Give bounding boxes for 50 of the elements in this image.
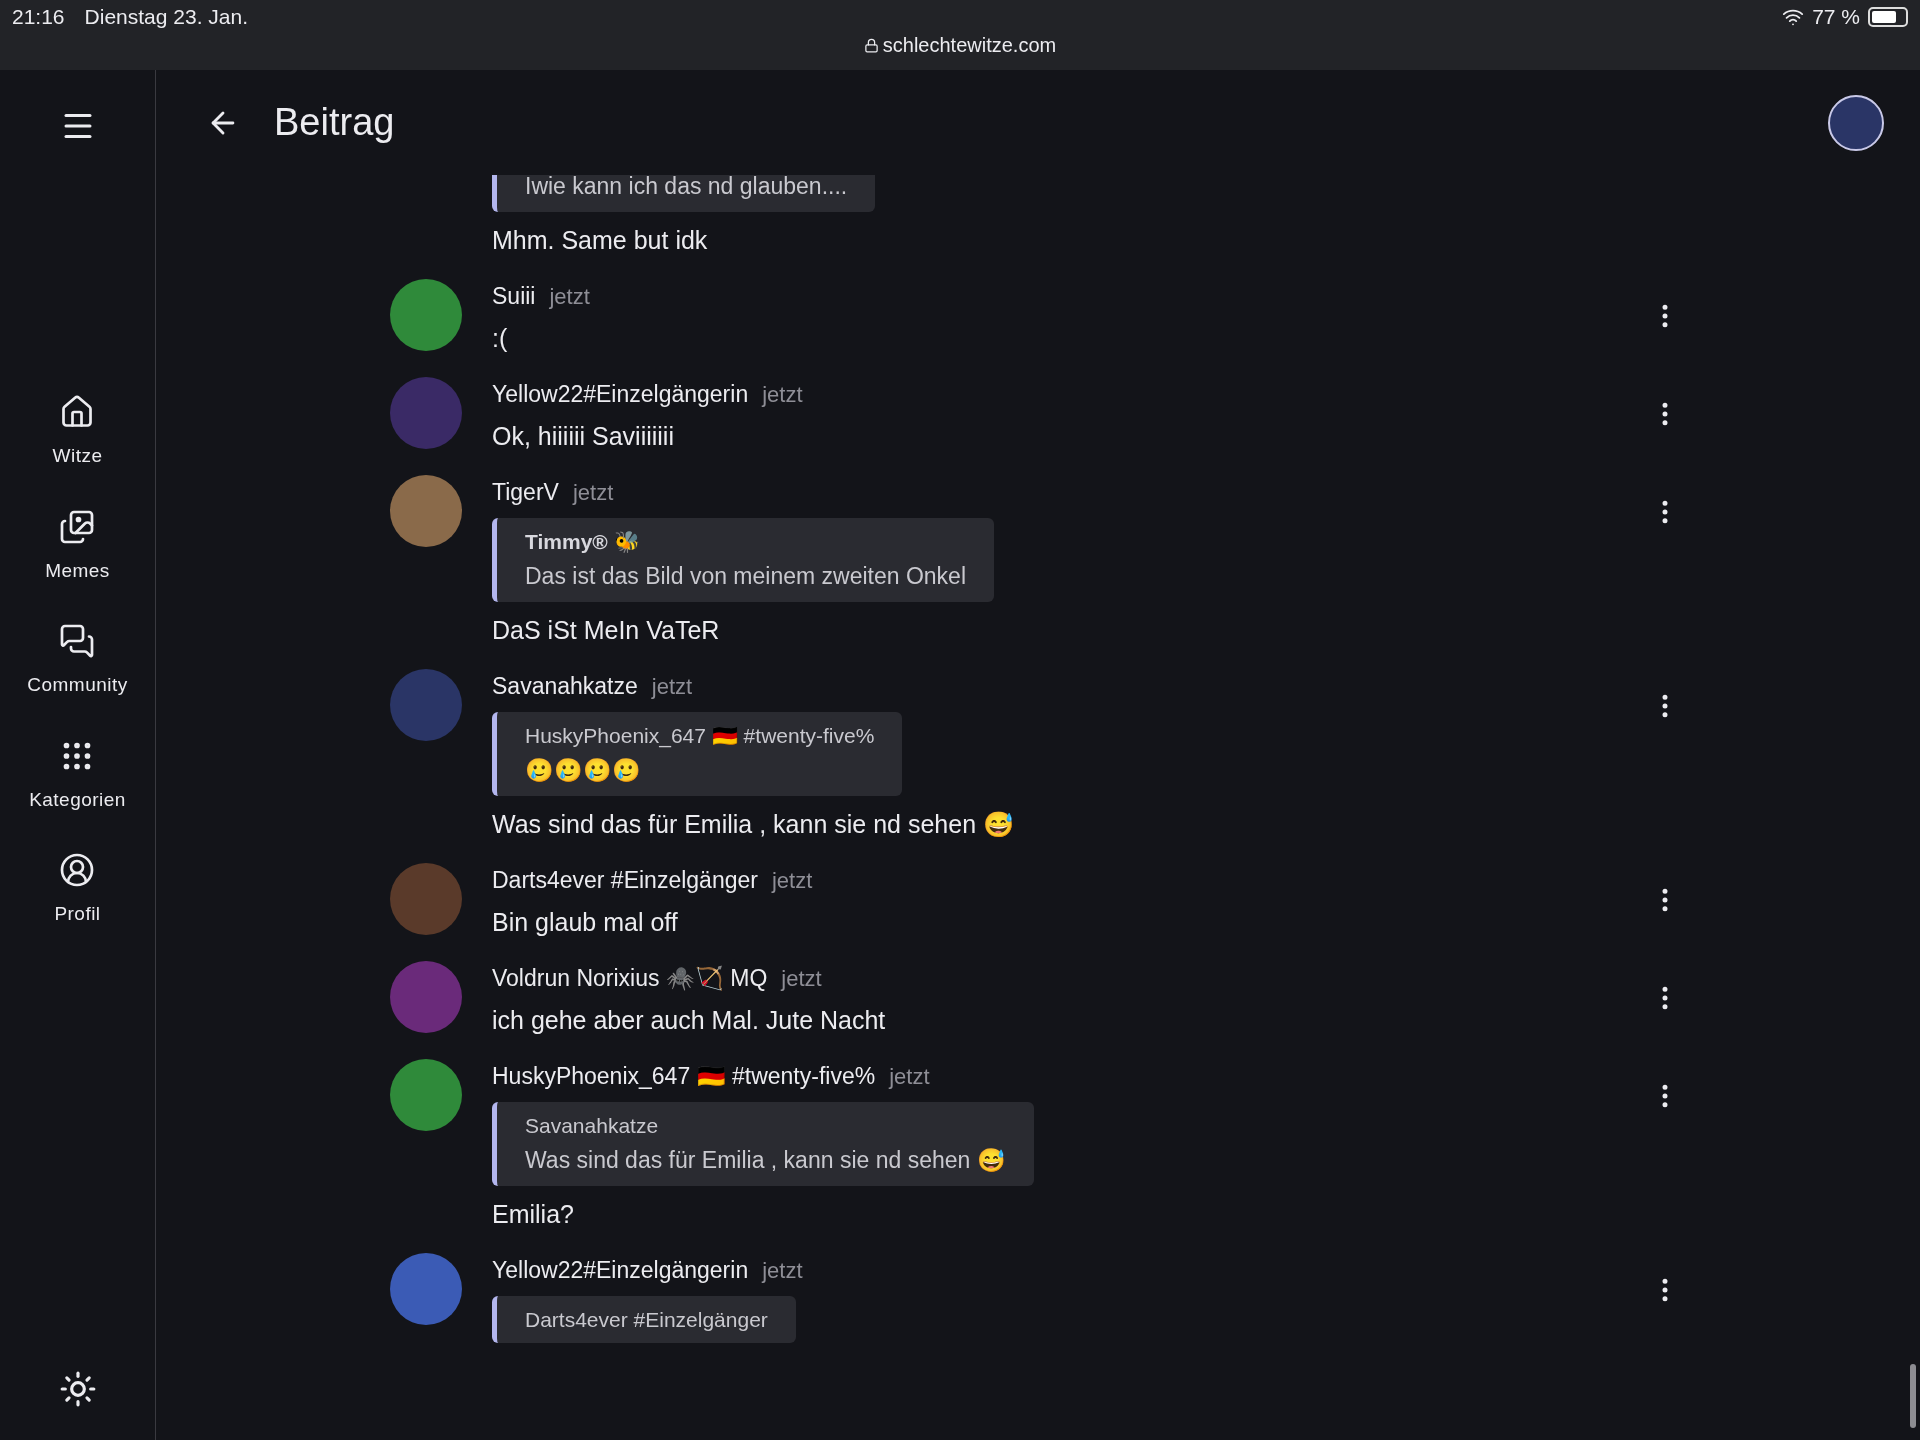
- sidebar-item[interactable]: Community: [27, 623, 128, 700]
- sidebar-item[interactable]: Memes: [45, 508, 110, 585]
- lock-icon: [863, 37, 879, 53]
- chat-icon: [59, 623, 96, 659]
- sidebar-item[interactable]: Kategorien: [29, 737, 126, 814]
- comment-author[interactable]: Savanahkatze: [492, 669, 638, 704]
- quote-text: 🥲🥲🥲🥲: [525, 756, 642, 785]
- url-text[interactable]: schlechtewitze.com: [882, 30, 1057, 60]
- comment-time: jetzt: [549, 283, 590, 311]
- comment-author[interactable]: TigerV: [492, 475, 559, 510]
- status-time: 21:16: [12, 4, 65, 31]
- comment-time: jetzt: [762, 381, 803, 409]
- comment-time: jetzt: [781, 965, 822, 993]
- comment-author[interactable]: Voldrun Norixius 🕷🏹 MQ: [492, 961, 768, 996]
- comment-author[interactable]: Darts4ever #Einzelgänger: [492, 863, 758, 898]
- images-icon: [59, 508, 96, 545]
- comment-text: Mhm. Same but idk: [492, 224, 709, 256]
- quote-text: Was sind das für Emilia , kann sie nd sehen 😅: [525, 1146, 1006, 1175]
- profile-icon: [59, 852, 96, 888]
- comment-time: jetzt: [762, 1257, 803, 1285]
- comment-time: jetzt: [889, 1063, 930, 1091]
- comment-text: Bin glaub mal off: [492, 906, 679, 938]
- quote-author: HuskyPhoenix_647 🇩🇪 #twenty-five%: [525, 722, 875, 750]
- quote-text: Iwie kann ich das nd glauben....: [525, 175, 848, 201]
- comment-time: jetzt: [572, 479, 614, 507]
- comment-text: :(: [492, 322, 509, 354]
- comment-text: Emilia?: [492, 1198, 575, 1230]
- comment-text: ich gehe aber auch Mal. Jute Nacht: [492, 1004, 887, 1036]
- battery-icon: [1868, 7, 1908, 27]
- status-date: Dienstag 23. Jan.: [84, 4, 248, 31]
- sidebar-item[interactable]: Witze: [52, 394, 103, 471]
- comment-author[interactable]: Yellow22#Einzelgängerin: [492, 377, 749, 412]
- comment-text: Was sind das für Emilia , kann sie nd sehen 😅: [492, 808, 1015, 840]
- quote-author: Darts4ever #Einzelgänger: [525, 1306, 768, 1333]
- comment-time: jetzt: [651, 673, 693, 701]
- user-avatar[interactable]: [1828, 94, 1884, 151]
- sidebar-item[interactable]: Profil: [54, 852, 101, 929]
- comment-text: Ok, hiiiiii Saviiiiiii: [492, 420, 675, 452]
- page-title: Beitrag: [274, 100, 395, 145]
- comment-time: jetzt: [771, 867, 813, 895]
- quote-author: Savanahkatze: [525, 1112, 660, 1139]
- comment-author[interactable]: HuskyPhoenix_647 🇩🇪 #twenty-five%: [492, 1059, 876, 1094]
- battery-percentage: 77 %: [1812, 4, 1860, 31]
- quote-author: Timmy® 🐝: [525, 528, 641, 555]
- scrollbar: [1910, 1364, 1916, 1428]
- theme-toggle-icon[interactable]: [58, 1370, 97, 1408]
- comment-author[interactable]: Yellow22#Einzelgängerin: [492, 1253, 749, 1288]
- quote-text: Das ist das Bild von meinem zweiten Onkel: [525, 562, 967, 591]
- comment-text: DaS iSt MeIn VaTeR: [492, 614, 721, 646]
- comment-author[interactable]: Suiii: [492, 279, 536, 314]
